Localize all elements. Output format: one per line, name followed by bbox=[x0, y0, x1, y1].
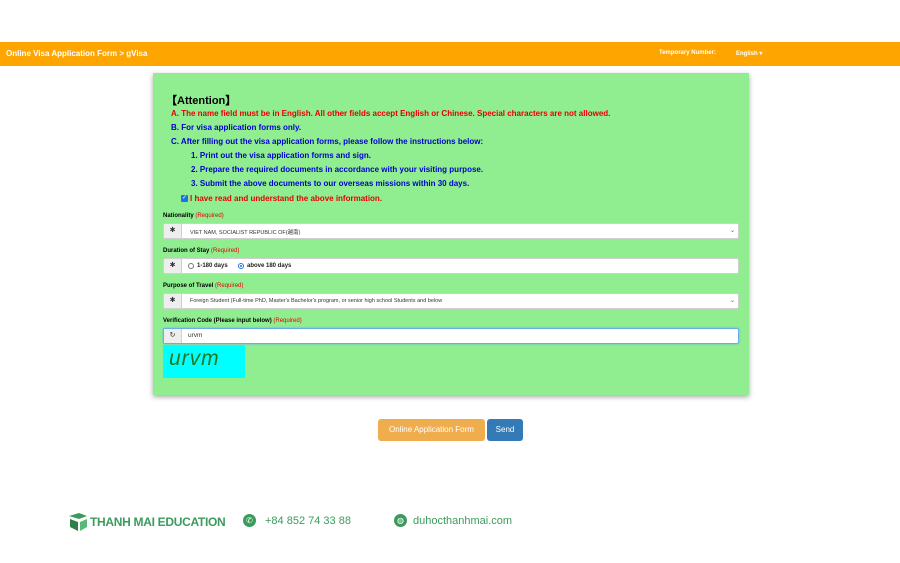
application-panel: 【Attention】 A. The name field must be in… bbox=[153, 73, 749, 395]
nationality-value: VIET NAM, SOCIALIST REPUBLIC OF(越南) bbox=[190, 230, 301, 236]
brand-name: THANH MAI EDUCATION bbox=[90, 515, 226, 529]
captcha-text: urvm bbox=[169, 347, 220, 370]
attention-item-c3: 3. Submit the above documents to our ove… bbox=[191, 179, 470, 188]
language-dropdown[interactable]: English ▾ bbox=[736, 50, 762, 57]
duration-radio-1-180[interactable] bbox=[188, 263, 194, 269]
duration-option-2-label[interactable]: above 180 days bbox=[247, 263, 291, 269]
refresh-icon[interactable]: ↻ bbox=[164, 329, 182, 343]
footer-phone[interactable]: +84 852 74 33 88 bbox=[265, 515, 351, 527]
globe-icon: ◍ bbox=[394, 514, 407, 527]
captcha-image: urvm bbox=[163, 345, 245, 378]
purpose-value: Foreign Student (Full-time PhD, Master's… bbox=[190, 298, 443, 304]
agree-checkbox-label[interactable]: I have read and understand the above inf… bbox=[190, 194, 382, 203]
purpose-label: Purpose of Travel (Required) bbox=[163, 283, 244, 289]
phone-icon: ✆ bbox=[243, 514, 256, 527]
temporary-number-label: Temporary Number: bbox=[659, 50, 716, 56]
agree-checkbox[interactable]: ✓ bbox=[181, 195, 188, 202]
thanh-mai-logo-icon bbox=[69, 513, 87, 531]
duration-field: ✱ 1-180 days above 180 days bbox=[163, 258, 739, 274]
top-nav-bar: Online Visa Application Form > gVisa Tem… bbox=[0, 42, 900, 66]
footer: THANH MAI EDUCATION ✆ +84 852 74 33 88 ◍… bbox=[0, 508, 900, 536]
breadcrumb[interactable]: Online Visa Application Form > gVisa bbox=[6, 49, 147, 58]
nationality-select[interactable]: ✱ VIET NAM, SOCIALIST REPUBLIC OF(越南) ⌄ bbox=[163, 223, 739, 239]
attention-item-c: C. After filling out the visa applicatio… bbox=[171, 137, 484, 146]
verification-input[interactable]: ↻ urvm bbox=[163, 328, 739, 344]
verification-label: Verification Code (Please input below) (… bbox=[163, 318, 302, 324]
attention-item-c2: 2. Prepare the required documents in acc… bbox=[191, 165, 484, 174]
online-application-form-button[interactable]: Online Application Form bbox=[378, 419, 485, 441]
duration-option-1-label[interactable]: 1-180 days bbox=[197, 263, 228, 269]
purpose-select[interactable]: ✱ Foreign Student (Full-time PhD, Master… bbox=[163, 293, 739, 309]
chevron-down-icon: ⌄ bbox=[729, 298, 735, 304]
duration-radio-above-180[interactable] bbox=[238, 263, 244, 269]
attention-item-a: A. The name field must be in English. Al… bbox=[171, 109, 611, 118]
chevron-down-icon: ⌄ bbox=[729, 228, 735, 234]
asterisk-icon: ✱ bbox=[164, 224, 182, 238]
asterisk-icon: ✱ bbox=[164, 294, 182, 308]
send-button[interactable]: Send bbox=[487, 419, 523, 441]
attention-title: 【Attention】 bbox=[166, 95, 237, 107]
verification-value: urvm bbox=[188, 332, 203, 339]
duration-label: Duration of Stay (Required) bbox=[163, 248, 240, 254]
nationality-label: Nationality (Required) bbox=[163, 213, 224, 219]
attention-item-b: B. For visa application forms only. bbox=[171, 123, 302, 132]
asterisk-icon: ✱ bbox=[164, 259, 182, 273]
footer-website[interactable]: duhocthanhmai.com bbox=[413, 515, 512, 527]
attention-item-c1: 1. Print out the visa application forms … bbox=[191, 151, 372, 160]
